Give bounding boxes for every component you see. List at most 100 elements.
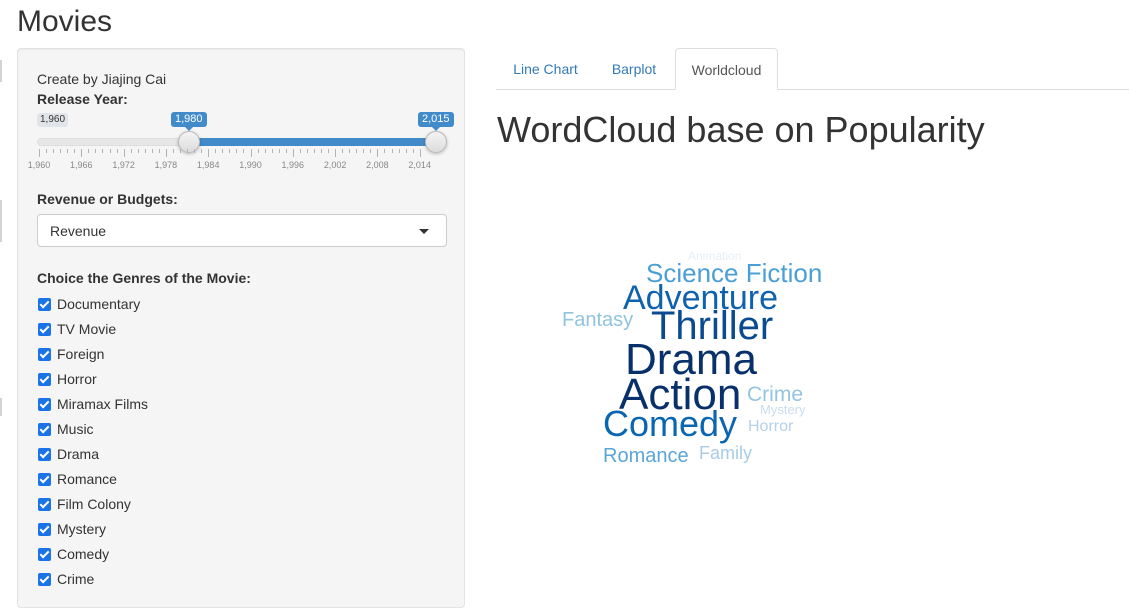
slider-to-label: 2,015 (418, 112, 454, 131)
slider-tick-label: 1,966 (70, 160, 93, 170)
genre-checkbox-item[interactable]: Documentary (37, 294, 140, 314)
sidebar-panel: Create by Jiajing Cai Release Year: 1,96… (17, 48, 465, 608)
genre-checkbox-item[interactable]: TV Movie (37, 319, 116, 339)
slider-minor-tick (313, 149, 315, 153)
slider-tick (81, 149, 83, 157)
slider-from-label: 1,980 (171, 112, 207, 131)
slider-tick-label: 1,984 (196, 160, 220, 170)
slider-tick-label: 2,014 (408, 160, 431, 170)
slider-minor-tick (363, 149, 365, 153)
slider-minor-tick (67, 149, 69, 153)
slider-minor-tick (201, 149, 203, 153)
slider-tick (208, 149, 210, 157)
slider-minor-tick (243, 149, 245, 153)
genre-label: Drama (57, 446, 100, 462)
slider-minor-tick (172, 149, 174, 153)
wordcloud-word: Horror (748, 418, 794, 435)
slider-minor-tick (130, 149, 132, 153)
checkbox-checked-icon[interactable] (38, 572, 51, 586)
left-edge-mark (0, 398, 2, 416)
slider-tick (39, 149, 40, 157)
slider-minor-tick (306, 149, 308, 153)
tab-worldcloud[interactable]: Worldcloud (675, 48, 778, 90)
slider-tick-label: 1,960 (27, 160, 51, 170)
slider-minor-tick (356, 149, 358, 153)
checkbox-checked-icon[interactable] (38, 372, 51, 386)
slider-minor-tick (116, 149, 118, 153)
slider-minor-tick (271, 149, 273, 153)
slider-minor-tick (384, 149, 386, 153)
checkbox-checked-icon[interactable] (38, 522, 51, 536)
wordcloud-word: Fantasy (562, 309, 634, 331)
slider-minor-tick (46, 149, 48, 153)
genre-checkbox-item[interactable]: Foreign (37, 344, 104, 364)
tab-barplot[interactable]: Barplot (595, 48, 673, 90)
wordcloud-word: Romance (603, 445, 689, 467)
left-edge-mark (0, 60, 2, 82)
slider-min-label: 1,960 (37, 113, 69, 127)
slider-minor-tick (109, 149, 111, 153)
slider-minor-tick (137, 149, 139, 153)
slider-minor-tick (299, 149, 301, 153)
checkbox-checked-icon[interactable] (38, 547, 51, 561)
slider-ticks (37, 149, 437, 159)
slider-tick (335, 149, 337, 157)
slider-minor-tick (257, 149, 259, 153)
slider-minor-tick (321, 149, 322, 153)
slider-minor-tick (151, 149, 153, 153)
author-text: Create by Jiajing Cai (37, 71, 167, 87)
checkbox-checked-icon[interactable] (38, 422, 51, 436)
checkbox-checked-icon[interactable] (38, 397, 51, 411)
slider-minor-tick (53, 149, 55, 153)
slider-minor-tick (405, 149, 407, 153)
genre-label: Foreign (57, 346, 105, 362)
slider-minor-tick (398, 149, 400, 153)
slider-tick (250, 149, 252, 157)
slider-tick (419, 149, 421, 157)
checkbox-checked-icon[interactable] (38, 297, 51, 311)
slider-tick-label: 1,972 (112, 160, 135, 170)
slider-minor-tick (342, 149, 344, 153)
genre-checkbox-item[interactable]: Horror (37, 369, 97, 389)
slider-tick-label: 1,996 (281, 160, 305, 170)
genre-checkbox-item[interactable]: Comedy (37, 544, 109, 564)
revenue-select-value: Revenue (50, 223, 107, 239)
checkbox-checked-icon[interactable] (38, 347, 51, 361)
slider-minor-tick (328, 149, 330, 153)
genre-checkbox-item[interactable]: Romance (37, 469, 117, 489)
slider-minor-tick (370, 149, 372, 153)
checkbox-checked-icon[interactable] (38, 447, 51, 461)
genre-checkbox-item[interactable]: Miramax Films (37, 394, 148, 414)
genre-label: Crime (57, 571, 95, 587)
genre-checkbox-item[interactable]: Drama (37, 444, 99, 464)
page-title: Movies (17, 5, 113, 38)
slider-minor-tick (236, 149, 238, 153)
slider-tick-label: 1,990 (239, 160, 262, 170)
genre-checkbox-item[interactable]: Mystery (37, 519, 106, 539)
slider-minor-tick (158, 149, 160, 153)
slider-minor-tick (264, 149, 266, 153)
slider-tick (165, 149, 167, 157)
slider-minor-tick (88, 149, 90, 153)
checkbox-checked-icon[interactable] (38, 497, 51, 511)
slider-minor-tick (187, 149, 189, 153)
slider-tick-label: 2,002 (323, 160, 347, 170)
main-title: WordCloud base on Popularity (497, 109, 985, 150)
tab-line-chart[interactable]: Line Chart (497, 48, 594, 90)
slider-tick (292, 149, 294, 157)
genre-label: Romance (57, 471, 117, 487)
checkbox-checked-icon[interactable] (38, 322, 51, 336)
genre-checkbox-item[interactable]: Music (37, 419, 94, 439)
revenue-select[interactable]: Revenue (37, 214, 447, 247)
genre-checkbox-item[interactable]: Crime (37, 569, 94, 589)
wordcloud-word: Mystery (760, 402, 806, 417)
slider-minor-tick (412, 149, 414, 153)
checkbox-checked-icon[interactable] (38, 472, 51, 486)
slider-selected-range[interactable] (189, 138, 436, 146)
slider-minor-tick (391, 149, 393, 153)
genre-label: Film Colony (57, 496, 131, 512)
release-year-slider[interactable]: 1,960 1,980 2,015 1,960 1,966 1,972 1,978 1,… (28, 111, 454, 181)
slider-tick-label: 2,008 (366, 160, 389, 170)
genre-checkbox-item[interactable]: Film Colony (37, 494, 131, 514)
slider-minor-tick (60, 149, 62, 153)
